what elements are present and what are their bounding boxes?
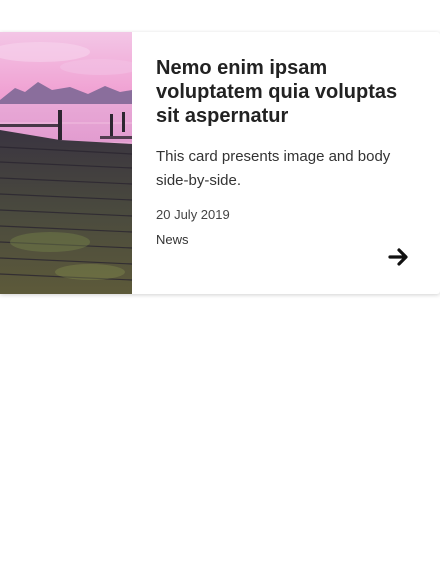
card-description: This card presents image and body side-b… — [156, 148, 391, 189]
pier-sunset-image — [0, 32, 132, 294]
card-title[interactable]: Nemo enim ipsam voluptatem quia voluptas… — [156, 56, 408, 128]
card-date: 20 July 2019 — [156, 207, 230, 222]
card-image — [0, 32, 132, 294]
news-card[interactable]: Nemo enim ipsam voluptatem quia voluptas… — [0, 32, 440, 294]
arrow-right-icon[interactable] — [388, 246, 410, 268]
card-body: Nemo enim ipsam voluptatem quia voluptas… — [132, 32, 440, 294]
card-tag: News — [156, 232, 189, 247]
